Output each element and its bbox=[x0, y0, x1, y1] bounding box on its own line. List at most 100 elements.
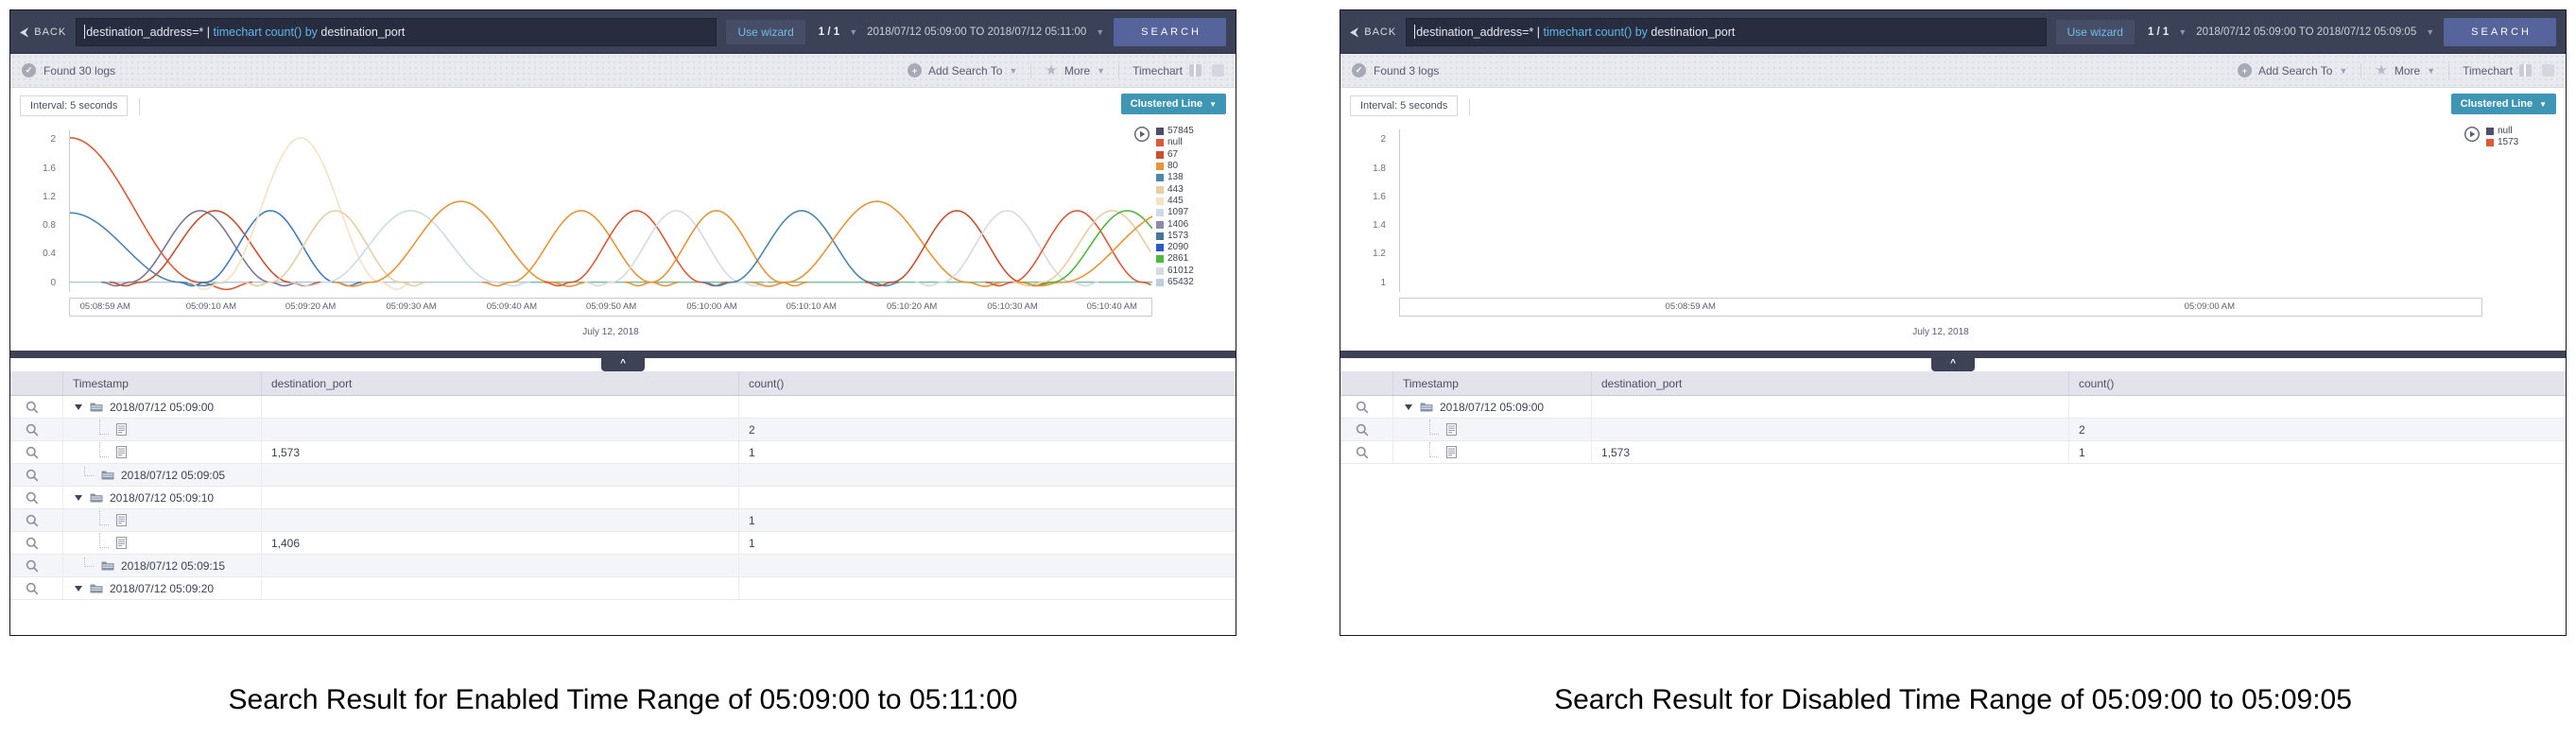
row-search-icon-cell[interactable] bbox=[10, 419, 63, 440]
chart-line-series bbox=[483, 211, 678, 285]
legend-item[interactable]: null bbox=[2486, 126, 2562, 137]
legend-item[interactable]: 80 bbox=[1156, 161, 1232, 172]
table-row[interactable]: 1,5731 bbox=[10, 441, 1236, 464]
full-layout-icon[interactable] bbox=[2542, 64, 2554, 77]
count-cell bbox=[739, 555, 1236, 576]
split-layout-icon[interactable] bbox=[1189, 64, 1202, 77]
play-legend-icon[interactable] bbox=[1133, 126, 1150, 147]
view-mode-label: Timechart bbox=[2463, 64, 2513, 77]
row-search-icon-cell[interactable] bbox=[10, 441, 63, 463]
header-timestamp[interactable]: Timestamp bbox=[63, 371, 262, 395]
folder-icon bbox=[90, 583, 103, 593]
row-search-icon-cell[interactable] bbox=[10, 487, 63, 508]
row-search-icon-cell[interactable] bbox=[10, 555, 63, 576]
row-search-icon-cell[interactable] bbox=[10, 509, 63, 531]
legend-item[interactable]: 2090 bbox=[1156, 242, 1232, 253]
add-search-to-button[interactable]: + Add Search To ▼ bbox=[908, 63, 1017, 77]
table-row[interactable]: 2018/07/12 05:09:00 bbox=[10, 396, 1236, 419]
expand-triangle-icon[interactable] bbox=[75, 495, 82, 501]
star-icon: ★ bbox=[1045, 63, 1057, 77]
row-search-icon-cell[interactable] bbox=[10, 577, 63, 599]
expand-triangle-icon[interactable] bbox=[75, 404, 82, 410]
legend-item[interactable]: 65432 bbox=[1156, 277, 1232, 288]
use-wizard-link[interactable]: Use wizard bbox=[726, 20, 804, 44]
table-row[interactable]: 2018/07/12 05:09:00 bbox=[1340, 396, 2566, 419]
legend-item[interactable]: null bbox=[1156, 137, 1232, 148]
legend-item[interactable]: 1097 bbox=[1156, 207, 1232, 218]
use-wizard-link[interactable]: Use wizard bbox=[2056, 20, 2135, 44]
row-search-icon-cell[interactable] bbox=[1340, 396, 1393, 418]
play-legend-icon[interactable] bbox=[2464, 126, 2481, 147]
row-search-icon-cell[interactable] bbox=[10, 464, 63, 486]
back-arrow-icon: ⮜ bbox=[20, 26, 29, 38]
search-query-input[interactable]: destination_address=* | timechart count(… bbox=[1406, 18, 2046, 46]
table-row[interactable]: 2018/07/12 05:09:15 bbox=[10, 555, 1236, 577]
legend-item[interactable]: 67 bbox=[1156, 149, 1232, 161]
legend-swatch bbox=[1156, 197, 1164, 205]
search-query-input[interactable]: destination_address=* | timechart count(… bbox=[76, 18, 717, 46]
row-search-icon-cell[interactable] bbox=[10, 532, 63, 554]
expand-triangle-icon[interactable] bbox=[1405, 404, 1412, 410]
legend-item[interactable]: 138 bbox=[1156, 172, 1232, 183]
folder-icon bbox=[90, 492, 103, 503]
legend-item[interactable]: 61012 bbox=[1156, 266, 1232, 277]
x-tick-label: 05:09:00 AM bbox=[2179, 301, 2235, 312]
legend-item[interactable]: 445 bbox=[1156, 196, 1232, 207]
header-count[interactable]: count() bbox=[2069, 371, 2566, 395]
row-search-icon-cell[interactable] bbox=[1340, 441, 1393, 463]
log-message-icon bbox=[116, 514, 127, 526]
time-range[interactable]: 2018/07/12 05:09:00 TO 2018/07/12 05:09:… bbox=[2196, 26, 2416, 38]
row-search-icon-cell[interactable] bbox=[1340, 419, 1393, 440]
tree-connector bbox=[99, 420, 109, 435]
pagination-dropdown-icon[interactable]: ▼ bbox=[849, 27, 857, 37]
full-layout-icon[interactable] bbox=[1212, 64, 1224, 77]
timestamp-cell: 2018/07/12 05:09:05 bbox=[63, 464, 262, 486]
header-destination-port[interactable]: destination_port bbox=[262, 371, 739, 395]
magnifier-icon bbox=[26, 446, 39, 459]
time-range-dropdown-icon[interactable]: ▼ bbox=[2426, 27, 2434, 37]
chart-type-dropdown[interactable]: Clustered Line ▼ bbox=[1121, 94, 1226, 114]
legend-item[interactable]: 1573 bbox=[1156, 231, 1232, 242]
collapse-results-button[interactable]: ^ bbox=[1931, 358, 1975, 371]
legend-item[interactable]: 1573 bbox=[2486, 137, 2562, 148]
legend-item[interactable]: 2861 bbox=[1156, 253, 1232, 265]
text-cursor bbox=[84, 25, 85, 39]
header-destination-port[interactable]: destination_port bbox=[1592, 371, 2069, 395]
time-range-dropdown-icon[interactable]: ▼ bbox=[1096, 27, 1104, 37]
header-timestamp[interactable]: Timestamp bbox=[1393, 371, 1592, 395]
search-button[interactable]: SEARCH bbox=[1114, 18, 1226, 46]
table-row[interactable]: 1,5731 bbox=[1340, 441, 2566, 464]
collapse-results-button[interactable]: ^ bbox=[601, 358, 645, 371]
legend-item[interactable]: 57845 bbox=[1156, 126, 1232, 137]
expand-triangle-icon[interactable] bbox=[75, 586, 82, 592]
more-button[interactable]: ★ More ▼ bbox=[2375, 63, 2435, 77]
back-button[interactable]: ⮜ BACK bbox=[1350, 26, 1396, 38]
add-search-to-button[interactable]: + Add Search To ▼ bbox=[2238, 63, 2347, 77]
time-range[interactable]: 2018/07/12 05:09:00 TO 2018/07/12 05:11:… bbox=[867, 26, 1086, 38]
legend-item[interactable]: 443 bbox=[1156, 183, 1232, 195]
x-tick-label: 05:09:40 AM bbox=[481, 301, 537, 312]
legend-item[interactable]: 1406 bbox=[1156, 218, 1232, 230]
table-row[interactable]: 2 bbox=[1340, 419, 2566, 441]
divider-bar[interactable] bbox=[10, 351, 1236, 358]
table-row[interactable]: 2 bbox=[10, 419, 1236, 441]
legend-swatch bbox=[1156, 244, 1164, 251]
timestamp-cell bbox=[63, 509, 262, 531]
divider-bar[interactable] bbox=[1340, 351, 2566, 358]
magnifier-icon bbox=[1356, 423, 1369, 437]
more-button[interactable]: ★ More ▼ bbox=[1045, 63, 1105, 77]
search-button[interactable]: SEARCH bbox=[2444, 18, 2556, 46]
back-button[interactable]: ⮜ BACK bbox=[20, 26, 66, 38]
table-row[interactable]: 1 bbox=[10, 509, 1236, 532]
table-row[interactable]: 1,4061 bbox=[10, 532, 1236, 555]
query-segment: by bbox=[302, 26, 320, 39]
chart-type-dropdown[interactable]: Clustered Line ▼ bbox=[2451, 94, 2556, 114]
table-row[interactable]: 2018/07/12 05:09:20 bbox=[10, 577, 1236, 600]
pagination-dropdown-icon[interactable]: ▼ bbox=[2178, 27, 2187, 37]
header-count[interactable]: count() bbox=[739, 371, 1236, 395]
split-layout-icon[interactable] bbox=[2519, 64, 2532, 77]
table-row[interactable]: 2018/07/12 05:09:10 bbox=[10, 487, 1236, 509]
row-search-icon-cell[interactable] bbox=[10, 396, 63, 418]
x-tick-label: 05:08:59 AM bbox=[1660, 301, 1716, 312]
table-row[interactable]: 2018/07/12 05:09:05 bbox=[10, 464, 1236, 487]
